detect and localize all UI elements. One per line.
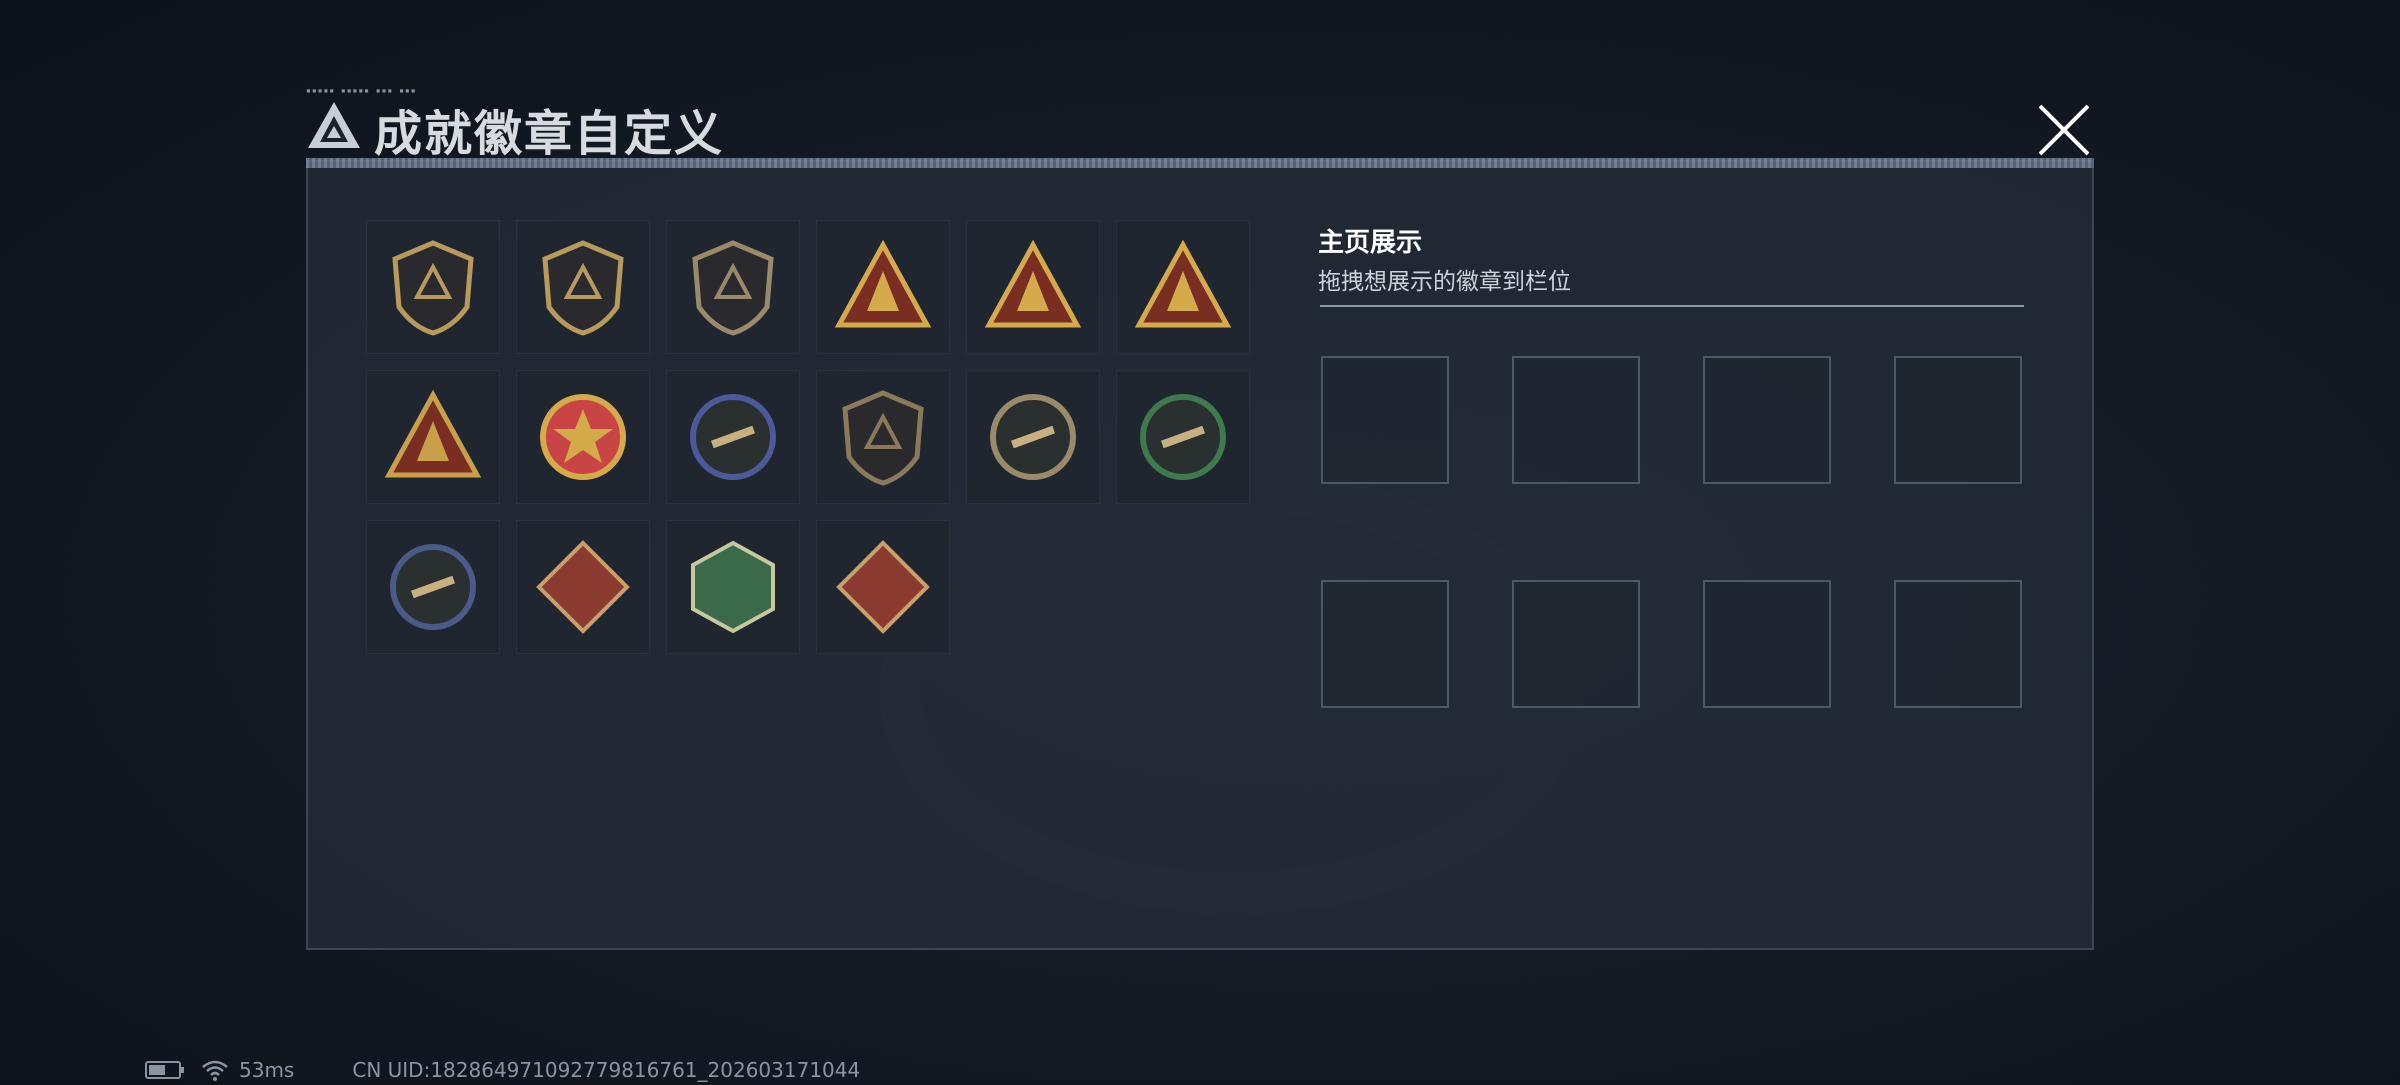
battery-icon [145, 1061, 184, 1079]
badge-cell[interactable] [666, 370, 800, 504]
showcase-slot-grid [1321, 356, 2022, 708]
badge-cell[interactable] [1116, 370, 1250, 504]
uid-text: CN UID:18286497109277981676‌1_2026031710… [352, 1058, 861, 1082]
level-55-triangle-badge-icon [834, 239, 932, 328]
showcase-divider [1320, 305, 2024, 307]
badge-cell[interactable] [966, 220, 1100, 354]
showcase-slot[interactable] [1894, 580, 2022, 708]
helmet-triangle-badge-icon [984, 239, 1082, 328]
badge-cell[interactable] [816, 370, 950, 504]
soldiers-triangle-badge-icon [384, 389, 482, 478]
triangle-logo-icon [308, 102, 360, 148]
showcase-slot[interactable] [1894, 356, 2022, 484]
dialog-title: 成就徽章自定义 [374, 106, 725, 162]
badge-cell[interactable] [516, 520, 650, 654]
badge-cell[interactable] [516, 370, 650, 504]
diamond-emblem-shield-badge-icon [692, 240, 774, 336]
snake-hexagon-badge-icon [691, 540, 775, 634]
badge-cell[interactable] [1116, 220, 1250, 354]
helicopter-shield-badge-icon [542, 240, 624, 336]
wolf-diamond-badge-icon [536, 540, 630, 634]
green-crosshair-badge-icon [1140, 394, 1226, 480]
blue-crest-badge-icon [690, 394, 776, 480]
badge-cell[interactable] [366, 220, 500, 354]
badge-cell[interactable] [966, 370, 1100, 504]
showcase-slot[interactable] [1703, 580, 1831, 708]
badge-cell[interactable] [816, 220, 950, 354]
rifle-round-badge-icon [990, 394, 1076, 480]
wifi-icon [202, 1060, 228, 1081]
badge-cell[interactable] [666, 520, 800, 654]
showcase-slot[interactable] [1512, 580, 1640, 708]
status-bar: 53ms CN UID:18286497109277981676‌1_20260… [145, 1055, 860, 1085]
showcase-title: 主页展示 [1318, 228, 1423, 258]
panel-top-edge [306, 158, 2094, 168]
badge-cell[interactable] [666, 220, 800, 354]
badge-cell[interactable] [816, 520, 950, 654]
dragon-diamond-badge-icon [836, 540, 930, 634]
showcase-slot[interactable] [1321, 580, 1449, 708]
star-medal-badge-icon [540, 394, 626, 480]
badge-cell[interactable] [366, 370, 500, 504]
showcase-slot[interactable] [1321, 356, 1449, 484]
ping-value: 53ms [239, 1058, 295, 1082]
blue-gold-wreath-badge-icon [390, 544, 476, 630]
badge-cell[interactable] [516, 220, 650, 354]
showcase-subtitle: 拖拽想展示的徽章到栏位 [1318, 269, 1571, 295]
triangle-logo-shield-badge-icon [392, 240, 474, 336]
showcase-slot[interactable] [1703, 356, 1831, 484]
badge-grid [366, 220, 1250, 654]
showcase-slot[interactable] [1512, 356, 1640, 484]
badge-cell[interactable] [366, 520, 500, 654]
number-1-triangle-badge-icon [1134, 239, 1232, 328]
gem-shield-badge-icon [842, 390, 924, 486]
close-icon[interactable] [2032, 98, 2096, 162]
